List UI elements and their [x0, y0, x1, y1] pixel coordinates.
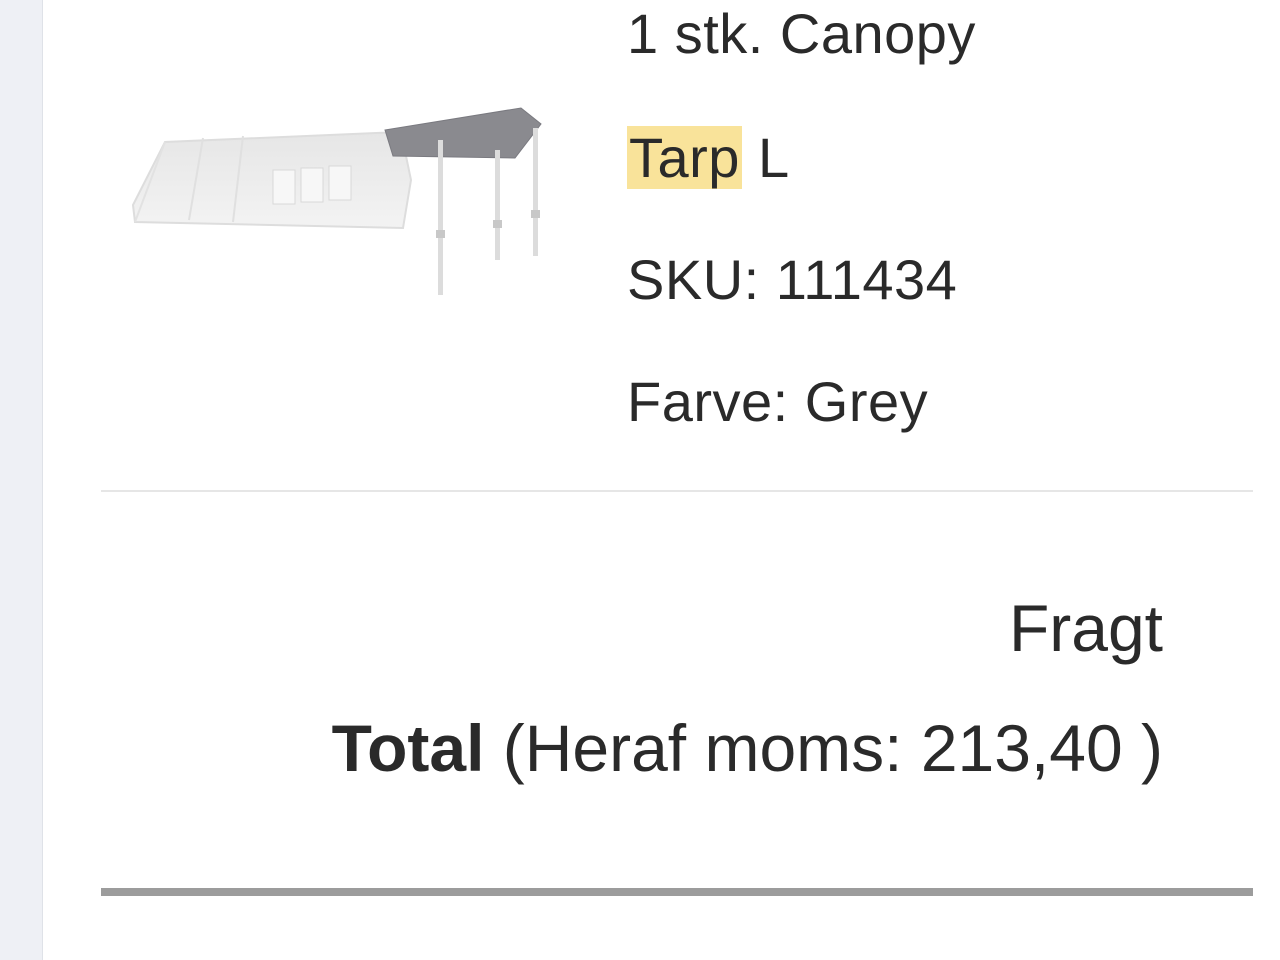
item-quantity-name: 1 stk. Canopy: [627, 2, 976, 65]
product-image: [103, 80, 583, 320]
item-sku: SKU: 111434: [627, 248, 958, 311]
item-color: Farve: Grey: [627, 370, 929, 433]
tent-canopy-icon: [131, 107, 542, 295]
shipping-label: Fragt: [1008, 591, 1163, 665]
order-summary-panel: 1 stk. Canopy Tarp L SKU: 111434 Farve: …: [42, 0, 1280, 960]
item-variant: Tarp L: [627, 126, 790, 190]
divider: [101, 490, 1253, 492]
variant-size: L: [741, 126, 790, 189]
total-label: Total: [331, 711, 485, 785]
vat-detail: (Heraf moms: 213,40 ): [484, 711, 1163, 785]
bottom-rule: [101, 888, 1253, 896]
total-row: Total (Heraf moms: 213,40 ): [332, 710, 1163, 786]
search-highlight: Tarp: [627, 126, 742, 189]
